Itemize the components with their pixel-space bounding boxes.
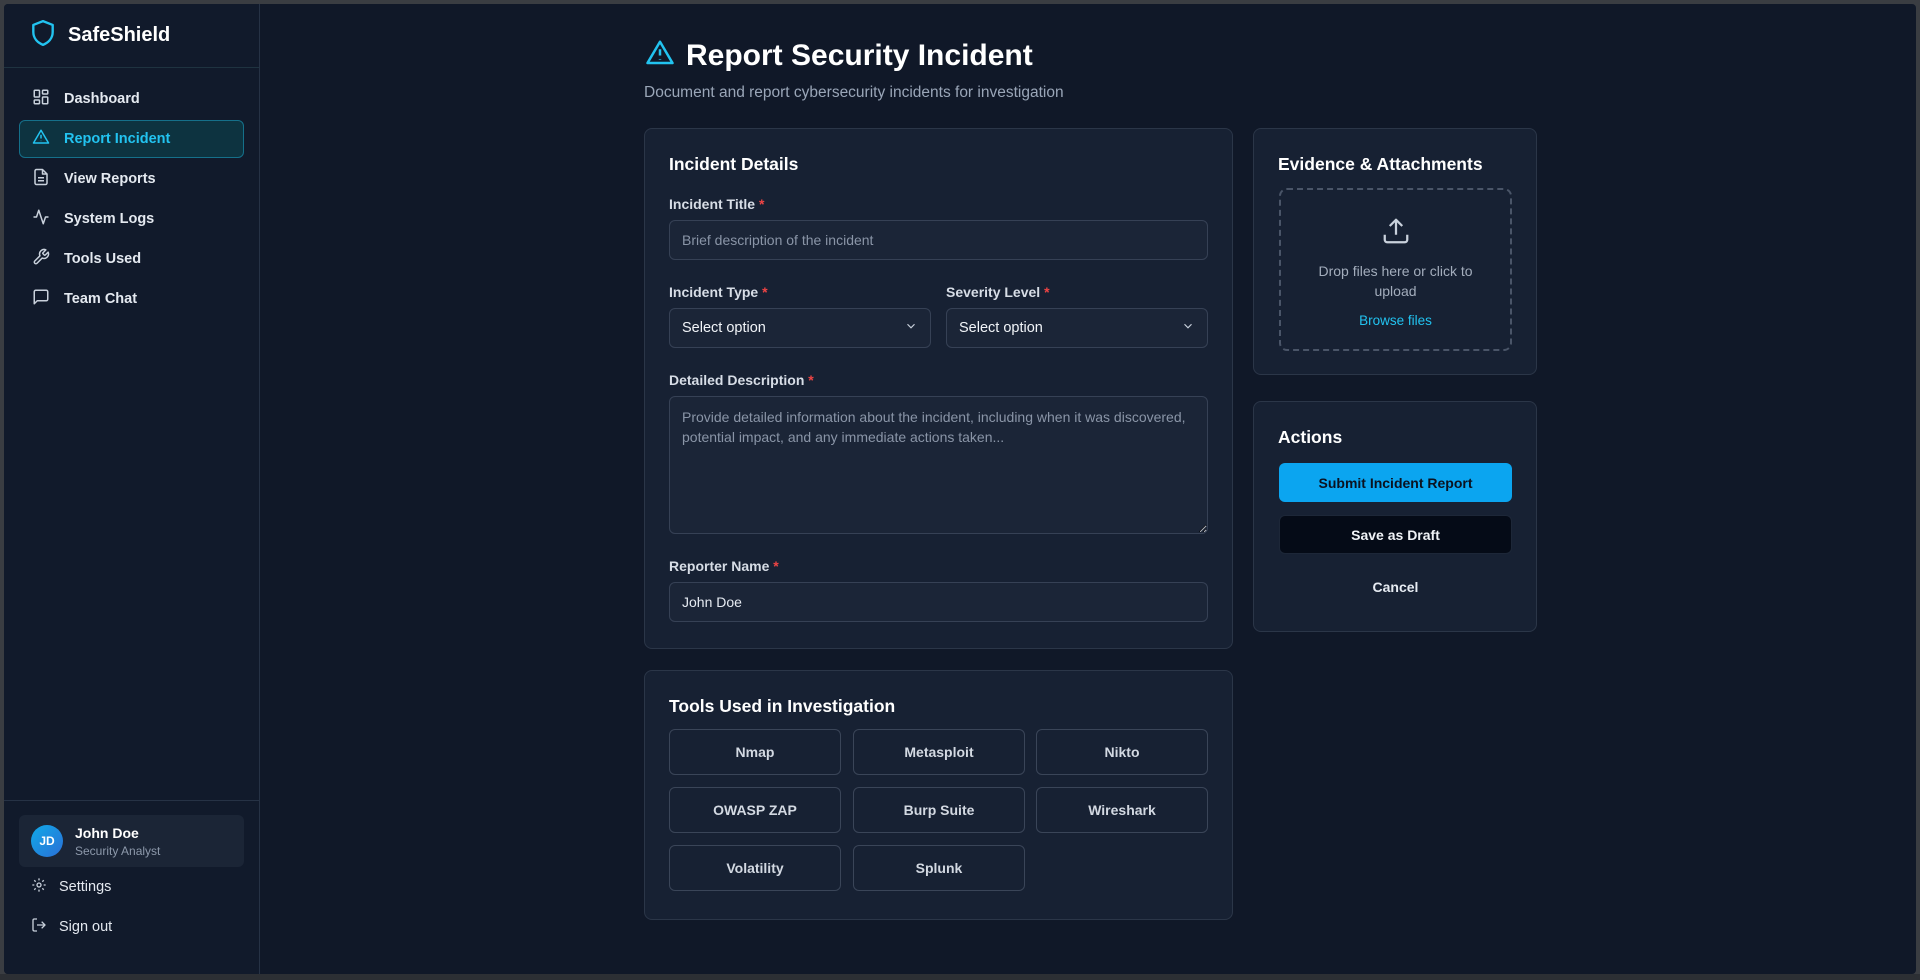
sidebar-item-label: View Reports bbox=[64, 171, 156, 187]
tool-button-volatility[interactable]: Volatility bbox=[669, 845, 841, 891]
page-subtitle: Document and report cybersecurity incide… bbox=[644, 84, 1064, 101]
incident-type-value: Select option bbox=[682, 320, 766, 336]
signout-link[interactable]: Sign out bbox=[19, 907, 244, 947]
brand-name: SafeShield bbox=[68, 24, 171, 46]
user-role: Security Analyst bbox=[75, 843, 161, 858]
tools-card: Tools Used in Investigation Nmap Metaspl… bbox=[644, 670, 1233, 920]
reporter-name-input[interactable] bbox=[669, 582, 1208, 622]
reporter-name-label: Reporter Name * bbox=[669, 558, 779, 574]
settings-label: Settings bbox=[59, 879, 112, 895]
gear-icon bbox=[31, 877, 47, 897]
file-dropzone[interactable]: Drop files here or click to upload Brows… bbox=[1279, 188, 1512, 351]
severity-level-select[interactable]: Select option bbox=[946, 308, 1208, 348]
sidebar-item-label: System Logs bbox=[64, 211, 155, 227]
sidebar-footer: JD John Doe Security Analyst Settings Si… bbox=[4, 800, 259, 974]
settings-link[interactable]: Settings bbox=[19, 867, 244, 907]
main-content: Report Security Incident Document and re… bbox=[260, 4, 1916, 974]
sidebar-item-label: Tools Used bbox=[64, 251, 142, 267]
incident-type-label-text: Incident Type bbox=[669, 284, 759, 300]
sidebar-item-label: Report Incident bbox=[64, 131, 171, 147]
avatar: JD bbox=[31, 825, 63, 857]
description-label-text: Detailed Description bbox=[669, 372, 805, 388]
taskbar-strip bbox=[0, 974, 1920, 980]
shield-logo-icon bbox=[30, 19, 56, 52]
incident-title-label: Incident Title * bbox=[669, 196, 764, 212]
incident-type-label: Incident Type * bbox=[669, 284, 768, 300]
tool-button-nmap[interactable]: Nmap bbox=[669, 729, 841, 775]
dashboard-icon bbox=[32, 88, 50, 110]
actions-heading: Actions bbox=[1278, 427, 1343, 447]
page-title: Report Security Incident bbox=[686, 38, 1033, 72]
activity-icon bbox=[32, 208, 50, 230]
incident-details-card: Incident Details Incident Title * Incide… bbox=[644, 128, 1233, 649]
log-out-icon bbox=[31, 917, 47, 937]
sidebar-item-system-logs[interactable]: System Logs bbox=[19, 200, 244, 238]
required-mark: * bbox=[762, 284, 768, 300]
required-mark: * bbox=[1044, 284, 1050, 300]
sidebar-item-tools-used[interactable]: Tools Used bbox=[19, 240, 244, 278]
chevron-down-icon bbox=[904, 319, 918, 337]
evidence-card: Evidence & Attachments Drop files here o… bbox=[1253, 128, 1537, 375]
message-square-icon bbox=[32, 288, 50, 310]
description-label: Detailed Description * bbox=[669, 372, 814, 388]
sidebar-item-label: Dashboard bbox=[64, 91, 140, 107]
required-mark: * bbox=[808, 372, 814, 388]
signout-label: Sign out bbox=[59, 919, 113, 935]
incident-title-input[interactable] bbox=[669, 220, 1208, 260]
browse-files-link[interactable]: Browse files bbox=[1359, 313, 1432, 328]
submit-report-button[interactable]: Submit Incident Report bbox=[1279, 463, 1512, 502]
incident-type-select[interactable]: Select option bbox=[669, 308, 931, 348]
tool-button-wireshark[interactable]: Wireshark bbox=[1036, 787, 1208, 833]
reporter-name-label-text: Reporter Name bbox=[669, 558, 770, 574]
evidence-heading: Evidence & Attachments bbox=[1278, 154, 1483, 174]
sidebar-item-label: Team Chat bbox=[64, 291, 138, 307]
alert-triangle-icon bbox=[32, 128, 50, 150]
sidebar: SafeShield Dashboard Report Incident Vie… bbox=[4, 4, 260, 974]
severity-level-value: Select option bbox=[959, 320, 1043, 336]
tool-button-nikto[interactable]: Nikto bbox=[1036, 729, 1208, 775]
dropzone-text: Drop files here or click to upload bbox=[1318, 263, 1473, 299]
sidebar-item-team-chat[interactable]: Team Chat bbox=[19, 280, 244, 318]
required-mark: * bbox=[758, 196, 765, 212]
alert-triangle-icon bbox=[644, 38, 676, 73]
incident-details-heading: Incident Details bbox=[669, 154, 799, 174]
page-header: Report Security Incident bbox=[644, 38, 1033, 73]
severity-level-label-text: Severity Level bbox=[946, 284, 1041, 300]
user-card[interactable]: JD John Doe Security Analyst bbox=[19, 815, 244, 867]
required-mark: * bbox=[773, 558, 779, 574]
incident-title-label-text: Incident Title bbox=[669, 196, 756, 212]
wrench-icon bbox=[32, 248, 50, 270]
sidebar-item-report-incident[interactable]: Report Incident bbox=[19, 120, 244, 158]
brand[interactable]: SafeShield bbox=[4, 4, 259, 68]
tools-heading: Tools Used in Investigation bbox=[669, 696, 896, 716]
cancel-button[interactable]: Cancel bbox=[1279, 567, 1512, 606]
tool-button-splunk[interactable]: Splunk bbox=[853, 845, 1025, 891]
chevron-down-icon bbox=[1181, 319, 1195, 337]
file-text-icon bbox=[32, 168, 50, 190]
actions-card: Actions Submit Incident Report Save as D… bbox=[1253, 401, 1537, 632]
tool-button-metasploit[interactable]: Metasploit bbox=[853, 729, 1025, 775]
tool-button-owasp-zap[interactable]: OWASP ZAP bbox=[669, 787, 841, 833]
tool-button-burp-suite[interactable]: Burp Suite bbox=[853, 787, 1025, 833]
upload-icon bbox=[1381, 216, 1411, 251]
save-draft-button[interactable]: Save as Draft bbox=[1279, 515, 1512, 554]
sidebar-item-view-reports[interactable]: View Reports bbox=[19, 160, 244, 198]
severity-level-label: Severity Level * bbox=[946, 284, 1050, 300]
app-window: SafeShield Dashboard Report Incident Vie… bbox=[4, 4, 1916, 974]
description-textarea[interactable] bbox=[669, 396, 1208, 534]
user-name: John Doe bbox=[75, 824, 139, 841]
sidebar-item-dashboard[interactable]: Dashboard bbox=[19, 80, 244, 118]
sidebar-nav: Dashboard Report Incident View Reports S… bbox=[4, 68, 259, 318]
